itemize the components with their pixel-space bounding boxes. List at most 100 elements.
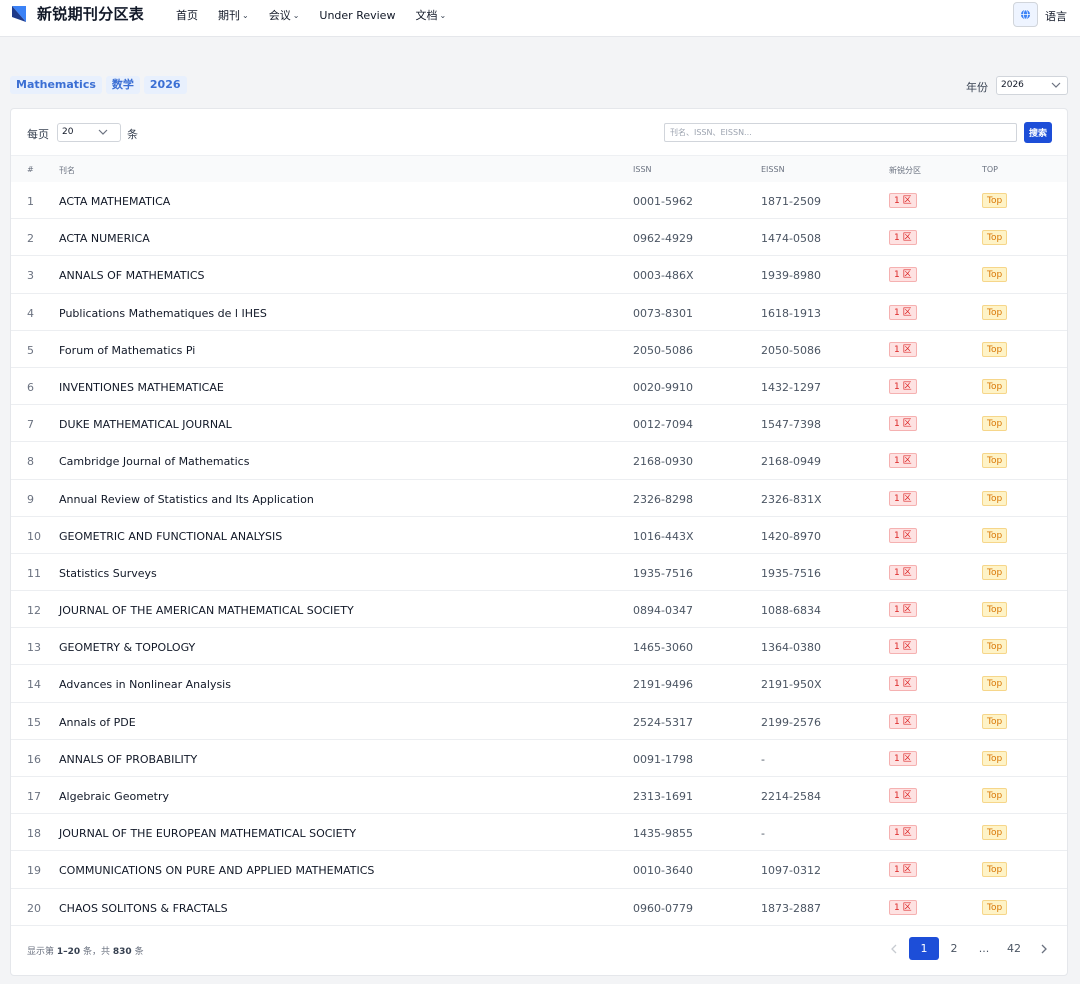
table-row[interactable]: 13 GEOMETRY & TOPOLOGY 1465-3060 1364-0380 1…: [11, 628, 1067, 666]
row-index: 9: [27, 492, 34, 506]
journal-name[interactable]: JOURNAL OF THE EUROPEAN MATHEMATICAL SOC…: [59, 827, 356, 840]
journal-name[interactable]: Publications Mathematiques de l IHES: [59, 307, 267, 320]
language-button[interactable]: [1013, 2, 1038, 27]
table-row[interactable]: 2 ACTA NUMERICA 0962-4929 1474-0508 1 区 Top: [11, 219, 1067, 257]
table-row[interactable]: 16 ANNALS OF PROBABILITY 0091-1798 - 1 区 Top: [11, 740, 1067, 777]
table-header: # 刊名 ISSN EISSN 新锐分区 TOP: [11, 155, 1067, 182]
per-page-label: 每页: [27, 128, 49, 141]
table-row[interactable]: 3 ANNALS OF MATHEMATICS 0003-486X 1939-8980…: [11, 256, 1067, 294]
zone-badge: 1 区: [889, 639, 917, 655]
journal-name[interactable]: Annals of PDE: [59, 716, 136, 729]
nav-item-4[interactable]: 文档 ⌄: [415, 7, 446, 23]
row-index: 8: [27, 455, 34, 469]
table-row[interactable]: 9 Annual Review of Statistics and Its App…: [11, 480, 1067, 517]
journal-name[interactable]: ANNALS OF PROBABILITY: [59, 753, 197, 766]
nav-item-3[interactable]: Under Review: [319, 7, 395, 23]
table-row[interactable]: 20 CHAOS SOLITONS & FRACTALS 0960-0779 1873…: [11, 889, 1067, 926]
journal-name[interactable]: Annual Review of Statistics and Its Appl…: [59, 493, 314, 506]
issn-value: 2326-8298: [633, 492, 693, 506]
eissn-value: 1474-0508: [761, 232, 821, 246]
next-page-button[interactable]: [1029, 937, 1059, 960]
table-row[interactable]: 11 Statistics Surveys 1935-7516 1935-7516 1 …: [11, 554, 1067, 592]
zone-badge: 1 区: [889, 453, 917, 469]
table-row[interactable]: 6 INVENTIONES MATHEMATICAE 0020-9910 1432-1…: [11, 368, 1067, 406]
issn-value: 1465-3060: [633, 641, 693, 655]
top-badge: Top: [982, 527, 1008, 543]
per-page-value: 20: [62, 127, 74, 137]
top-badge: Top: [982, 453, 1008, 469]
top-badge: Top: [982, 602, 1008, 618]
nav-item-label: 会议: [268, 9, 291, 22]
table-row[interactable]: 17 Algebraic Geometry 2313-1691 2214-2584 1 …: [11, 777, 1067, 815]
eissn-value: -: [761, 752, 765, 766]
journal-name[interactable]: CHAOS SOLITONS & FRACTALS: [59, 902, 228, 915]
search-input[interactable]: [664, 123, 1017, 142]
journal-name[interactable]: Algebraic Geometry: [59, 790, 169, 803]
journal-name[interactable]: GEOMETRIC AND FUNCTIONAL ANALYSIS: [59, 530, 282, 543]
row-index: 5: [27, 343, 34, 357]
eissn-value: 2191-950X: [761, 678, 822, 692]
table-row[interactable]: 7 DUKE MATHEMATICAL JOURNAL 0012-7094 1547-…: [11, 405, 1067, 443]
journal-name[interactable]: ACTA MATHEMATICA: [59, 195, 170, 208]
filter-chip[interactable]: Mathematics: [10, 76, 102, 94]
chevron-right-icon: [1041, 944, 1047, 953]
row-index: 18: [27, 827, 41, 841]
year-select[interactable]: 2026: [996, 76, 1068, 95]
nav-item-0[interactable]: 首页: [176, 7, 198, 23]
page-button[interactable]: 42: [999, 937, 1029, 960]
zone-badge: 1 区: [889, 713, 917, 729]
journal-name[interactable]: COMMUNICATIONS ON PURE AND APPLIED MATHE…: [59, 864, 374, 877]
journal-name[interactable]: ANNALS OF MATHEMATICS: [59, 269, 205, 282]
journal-name[interactable]: Cambridge Journal of Mathematics: [59, 455, 249, 468]
table-row[interactable]: 19 COMMUNICATIONS ON PURE AND APPLIED MAT…: [11, 851, 1067, 889]
nav-item-1[interactable]: 期刊 ⌄: [218, 7, 249, 23]
table-row[interactable]: 15 Annals of PDE 2524-5317 2199-2576 1 区 Top: [11, 703, 1067, 740]
chevron-down-icon: [98, 129, 108, 135]
table-row[interactable]: 5 Forum of Mathematics Pi 2050-5086 2050-50…: [11, 331, 1067, 368]
journal-name[interactable]: Advances in Nonlinear Analysis: [59, 678, 231, 691]
eissn-value: 1420-8970: [761, 529, 821, 543]
issn-value: 1016-443X: [633, 529, 694, 543]
brand-title[interactable]: 新锐期刊分区表: [37, 3, 144, 24]
table-row[interactable]: 8 Cambridge Journal of Mathematics 2168-09…: [11, 442, 1067, 480]
pagination-info-suffix: 条: [131, 947, 144, 957]
journal-name[interactable]: ACTA NUMERICA: [59, 232, 150, 245]
table-row[interactable]: 4 Publications Mathematiques de l IHES 007…: [11, 294, 1067, 331]
search-button[interactable]: 搜索: [1024, 122, 1052, 143]
year-select-value: 2026: [1001, 80, 1024, 90]
column-header-index: #: [27, 165, 34, 174]
table-row[interactable]: 18 JOURNAL OF THE EUROPEAN MATHEMATICAL S…: [11, 814, 1067, 852]
zone-badge: 1 区: [889, 602, 917, 618]
table-row[interactable]: 1 ACTA MATHEMATICA 0001-5962 1871-2509 1 区 To…: [11, 182, 1067, 220]
column-header-issn: ISSN: [633, 165, 652, 174]
journal-name[interactable]: INVENTIONES MATHEMATICAE: [59, 381, 224, 394]
journal-name[interactable]: DUKE MATHEMATICAL JOURNAL: [59, 418, 232, 431]
row-index: 6: [27, 380, 34, 394]
chevron-left-icon: [891, 944, 897, 953]
nav-item-label: 文档: [415, 9, 438, 22]
pagination-info-total: 830: [112, 947, 132, 957]
nav-item-2[interactable]: 会议 ⌄: [269, 7, 300, 23]
issn-value: 0073-8301: [633, 306, 693, 320]
language-label[interactable]: 语言: [1045, 8, 1067, 24]
table-row[interactable]: 12 JOURNAL OF THE AMERICAN MATHEMATICAL S…: [11, 591, 1067, 629]
main-nav: 首页 期刊 ⌄ 会议 ⌄ Under Review 文档 ⌄: [176, 7, 466, 23]
journal-name[interactable]: JOURNAL OF THE AMERICAN MATHEMATICAL SOC…: [59, 604, 354, 617]
filter-chip[interactable]: 数学: [105, 76, 140, 94]
eissn-value: 1871-2509: [761, 195, 821, 208]
table-row[interactable]: 10 GEOMETRIC AND FUNCTIONAL ANALYSIS 1016-…: [11, 517, 1067, 554]
journal-name[interactable]: Statistics Surveys: [59, 567, 157, 580]
issn-value: 0962-4929: [633, 232, 693, 246]
logo-icon[interactable]: [11, 5, 27, 23]
prev-page-button[interactable]: [879, 937, 909, 960]
page-button[interactable]: 1: [909, 937, 939, 960]
issn-value: 0960-0779: [633, 901, 693, 915]
page-button[interactable]: 2: [939, 937, 969, 960]
filter-chip[interactable]: 2026: [143, 76, 187, 94]
table-row[interactable]: 14 Advances in Nonlinear Analysis 2191-949…: [11, 665, 1067, 703]
journal-name[interactable]: GEOMETRY & TOPOLOGY: [59, 641, 195, 654]
zone-badge: 1 区: [889, 862, 917, 878]
zone-badge: 1 区: [889, 416, 917, 432]
per-page-select[interactable]: 20: [57, 123, 121, 142]
journal-name[interactable]: Forum of Mathematics Pi: [59, 344, 195, 357]
